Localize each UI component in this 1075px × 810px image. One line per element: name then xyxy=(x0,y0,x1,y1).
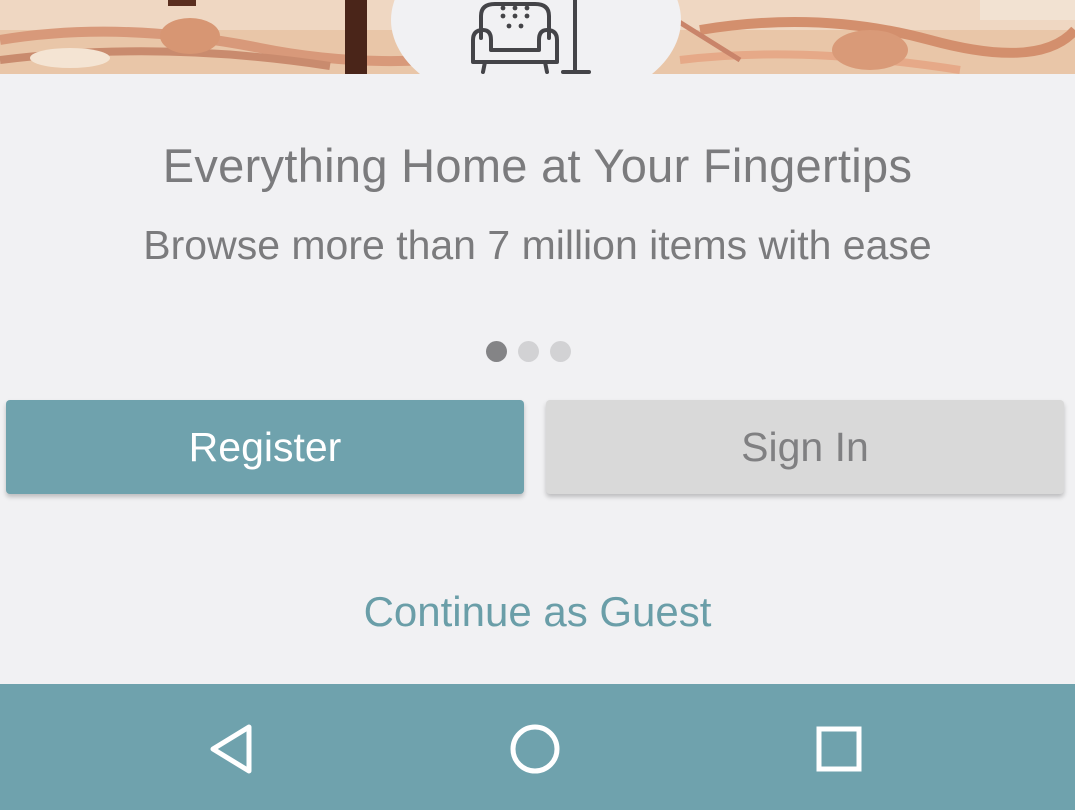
system-navigation-bar xyxy=(0,684,1075,810)
back-triangle-icon xyxy=(210,724,252,774)
register-button[interactable]: Register xyxy=(6,400,524,494)
page-indicator xyxy=(486,341,571,362)
recents-button[interactable] xyxy=(794,704,884,794)
sign-in-button[interactable]: Sign In xyxy=(546,400,1064,494)
home-button[interactable] xyxy=(490,704,580,794)
page-dot-1[interactable] xyxy=(486,341,507,362)
onboarding-subtitle: Browse more than 7 million items with ea… xyxy=(143,222,932,268)
continue-as-guest-link[interactable]: Continue as Guest xyxy=(0,588,1075,636)
hero-banner xyxy=(0,0,1075,74)
back-button[interactable] xyxy=(187,704,277,794)
recents-square-icon xyxy=(816,726,862,772)
page-dot-2[interactable] xyxy=(518,341,539,362)
home-circle-icon xyxy=(510,724,560,774)
page-dot-3[interactable] xyxy=(550,341,571,362)
armchair-lamp-icon xyxy=(471,0,591,74)
onboarding-title: Everything Home at Your Fingertips xyxy=(162,139,913,192)
